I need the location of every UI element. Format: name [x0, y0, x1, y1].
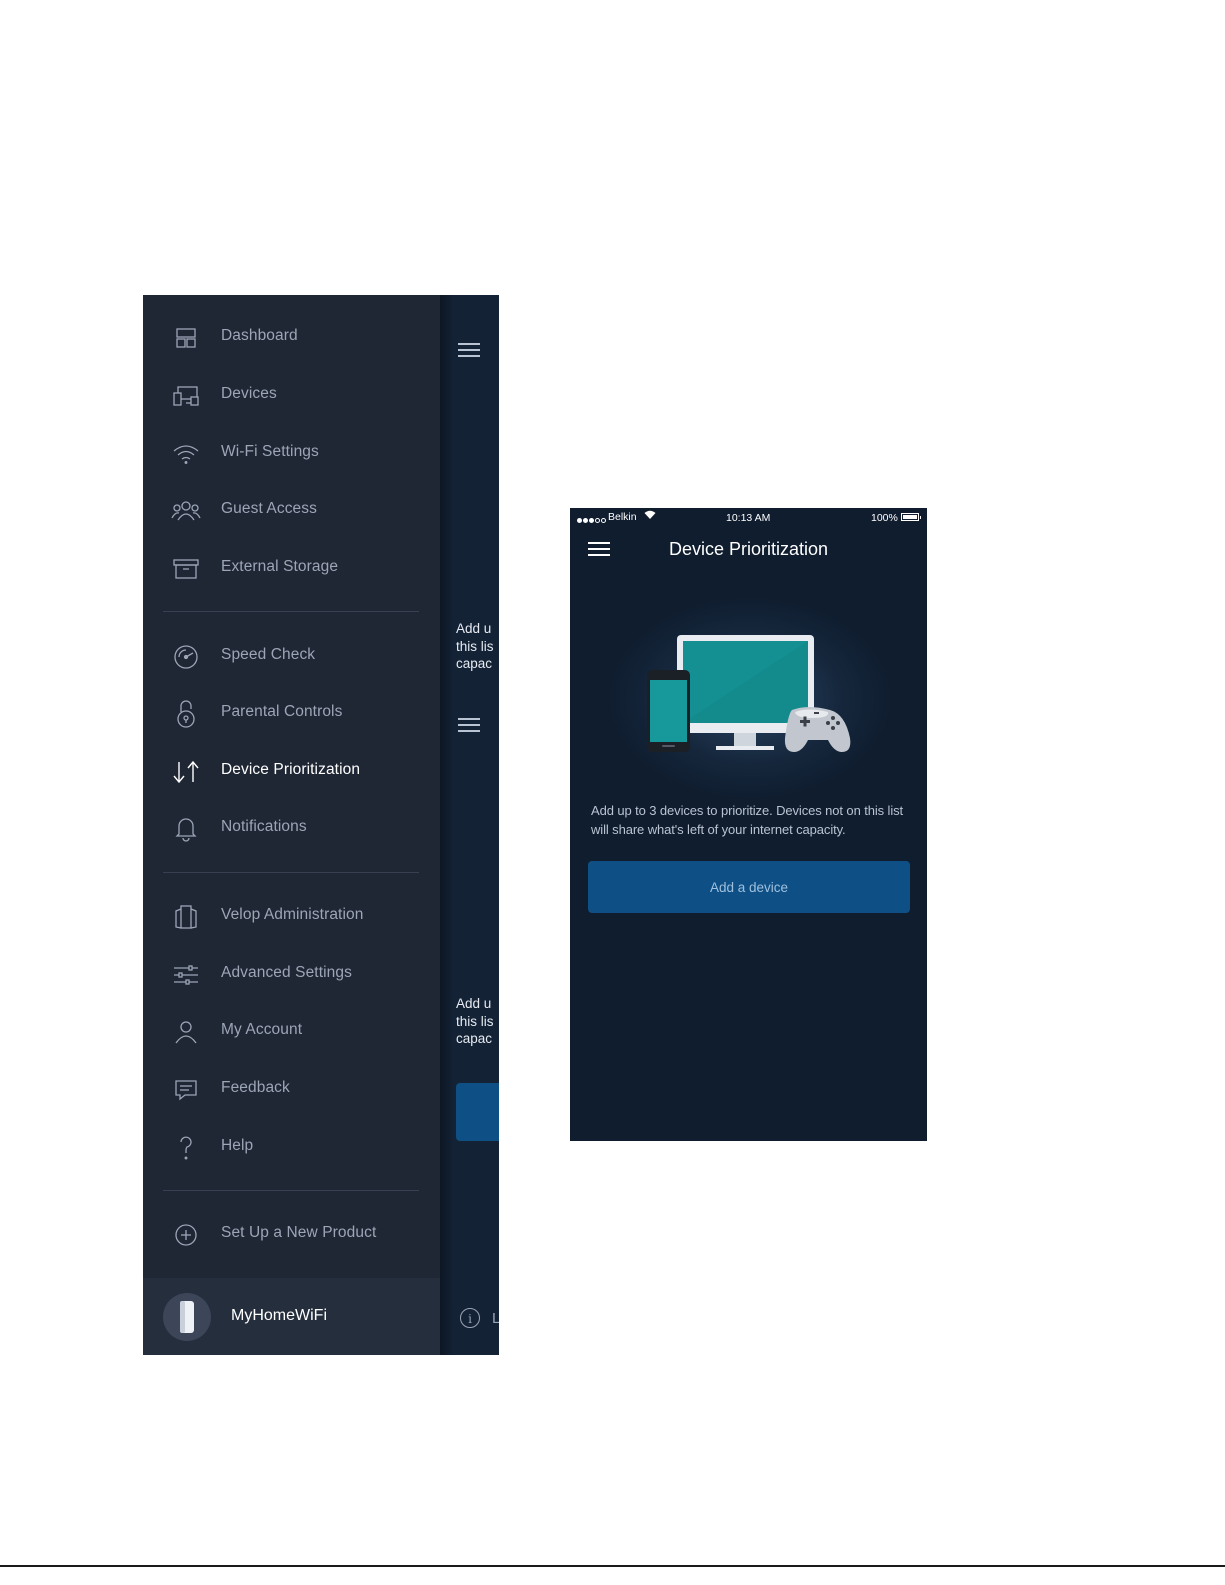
page-bottom-rule: [0, 1565, 1225, 1567]
menu-item-guest-access[interactable]: Guest Access: [143, 490, 440, 530]
menu-item-label: Notifications: [221, 818, 307, 835]
side-menu-screenshot: Dashboard Devices Wi-Fi Settings Guest A…: [143, 295, 499, 1355]
add-device-button[interactable]: Add a device: [588, 861, 910, 913]
device-prioritization-icon: [171, 759, 201, 785]
partial-text-line: capac: [456, 1031, 493, 1046]
signal-strength-icon: [577, 514, 607, 526]
menu-item-speed-check[interactable]: Speed Check: [143, 636, 440, 676]
battery-percent: 100%: [871, 512, 898, 524]
parental-controls-icon: [171, 700, 201, 728]
menu-item-parental-controls[interactable]: Parental Controls: [143, 693, 440, 733]
sliders-icon: [171, 962, 201, 988]
partial-text-line: this lis: [456, 1013, 494, 1029]
external-storage-icon: [171, 556, 201, 582]
partial-text-line: Add u: [456, 996, 492, 1011]
partial-text: Add u this lis capac: [456, 620, 494, 673]
menu-item-label: Velop Administration: [221, 906, 364, 923]
menu-item-devices[interactable]: Devices: [143, 375, 440, 415]
status-bar: Belkin 10:13 AM 100%: [570, 508, 927, 528]
wifi-signal-icon: [644, 510, 656, 523]
status-time: 10:13 AM: [726, 512, 771, 524]
account-icon: [171, 1019, 201, 1045]
devices-icon: [171, 383, 201, 409]
menu-item-help[interactable]: Help: [143, 1127, 440, 1167]
menu-item-device-prioritization[interactable]: Device Prioritization: [143, 751, 440, 791]
menu-item-label: Speed Check: [221, 646, 316, 663]
velop-node-avatar: [163, 1293, 211, 1341]
menu-item-label: Dashboard: [221, 327, 298, 344]
menu-item-label: My Account: [221, 1021, 303, 1038]
partial-button[interactable]: [456, 1083, 499, 1141]
menu-item-external-storage[interactable]: External Storage: [143, 548, 440, 588]
menu-item-label: Feedback: [221, 1079, 290, 1096]
description-text: Add up to 3 devices to prioritize. Devic…: [591, 803, 904, 837]
menu-item-label: Parental Controls: [221, 703, 343, 720]
network-name: MyHomeWiFi: [231, 1307, 327, 1324]
add-circle-icon: [171, 1222, 201, 1248]
menu-item-set-up-new-product[interactable]: Set Up a New Product: [143, 1214, 440, 1254]
menu-item-wifi-settings[interactable]: Wi-Fi Settings: [143, 433, 440, 473]
menu-item-notifications[interactable]: Notifications: [143, 808, 440, 848]
menu-item-dashboard[interactable]: Dashboard: [143, 317, 440, 357]
help-icon: [171, 1135, 201, 1161]
partial-text-line: capac: [456, 656, 493, 671]
speed-check-icon: [171, 644, 201, 670]
menu-divider: [163, 1190, 419, 1191]
menu-item-advanced-settings[interactable]: Advanced Settings: [143, 954, 440, 994]
network-footer[interactable]: MyHomeWiFi: [143, 1278, 440, 1355]
menu-item-label: Help: [221, 1137, 254, 1154]
menu-divider: [163, 872, 419, 873]
menu-item-feedback[interactable]: Feedback: [143, 1069, 440, 1109]
battery-icon: [901, 513, 921, 521]
menu-divider: [163, 611, 419, 612]
guest-access-icon: [171, 498, 201, 524]
dashboard-icon: [171, 325, 201, 351]
side-menu: Dashboard Devices Wi-Fi Settings Guest A…: [143, 295, 440, 1355]
feedback-icon: [171, 1077, 201, 1103]
velop-icon: [171, 904, 201, 930]
menu-item-label: Set Up a New Product: [221, 1224, 377, 1241]
partial-text-line: this lis: [456, 638, 494, 654]
devices-illustration: [647, 635, 851, 752]
wifi-icon: [171, 441, 201, 467]
page-title: Device Prioritization: [668, 539, 829, 559]
menu-item-my-account[interactable]: My Account: [143, 1011, 440, 1051]
hamburger-menu-icon[interactable]: [458, 343, 480, 357]
menu-item-label: Devices: [221, 385, 277, 402]
menu-item-label: External Storage: [221, 558, 339, 575]
hamburger-menu-icon[interactable]: [458, 718, 480, 732]
info-icon[interactable]: i: [460, 1308, 480, 1328]
menu-item-velop-administration[interactable]: Velop Administration: [143, 896, 440, 936]
partial-text-line: Add u: [456, 621, 492, 636]
device-prioritization-screen: Belkin 10:13 AM 100% Device Prioritizati…: [570, 508, 927, 1141]
background-content: Add u this lis capac Add u this lis capa…: [440, 295, 499, 1355]
bell-icon: [171, 816, 201, 842]
menu-item-label: Advanced Settings: [221, 964, 352, 981]
menu-item-label: Device Prioritization: [221, 761, 361, 778]
partial-footer-text: L: [492, 1310, 499, 1327]
partial-text: Add u this lis capac: [456, 995, 494, 1048]
carrier-name: Belkin: [608, 511, 637, 523]
menu-item-label: Wi-Fi Settings: [221, 443, 319, 460]
menu-item-label: Guest Access: [221, 500, 317, 517]
